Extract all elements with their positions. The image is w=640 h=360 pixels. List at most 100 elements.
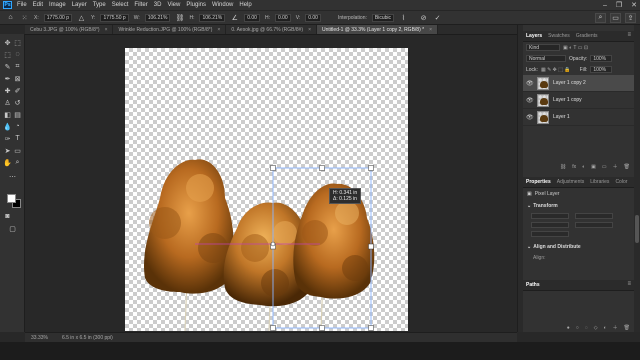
tab-adjustments[interactable]: Adjustments — [557, 179, 585, 185]
new-path-icon[interactable]: ＋ — [613, 324, 618, 331]
foreground-color-swatch[interactable] — [7, 194, 16, 203]
trash-icon[interactable]: 🗑 — [624, 325, 630, 331]
fill-field[interactable]: 100% — [590, 66, 613, 73]
document-tab[interactable]: 0. Aesok.jpg @ 66.7% (RGB/8#) × — [226, 25, 318, 34]
marquee-tool-icon[interactable]: ⬚ — [3, 50, 12, 59]
transform-handle-right[interactable] — [368, 243, 374, 250]
home-icon[interactable]: ⌂ — [6, 13, 15, 22]
menu-item[interactable]: Window — [212, 2, 233, 8]
tab-layers[interactable]: Layers — [526, 33, 542, 39]
quick-select-tool-icon[interactable]: ✎ — [3, 62, 12, 71]
history-brush-tool-icon[interactable]: ↺ — [13, 98, 22, 107]
tab-swatches[interactable]: Swatches — [548, 33, 570, 39]
restore-button[interactable]: ❐ — [616, 1, 622, 9]
close-icon[interactable]: × — [217, 27, 220, 33]
pen-tool-icon[interactable]: ✑ — [3, 134, 12, 143]
brush-tool-icon[interactable]: ✐ — [13, 86, 22, 95]
link-icon[interactable]: ⛓ — [175, 13, 185, 22]
cancel-transform-button[interactable]: ⊘ — [419, 13, 428, 22]
transform-handle-top[interactable] — [319, 165, 325, 171]
tab-properties[interactable]: Properties — [526, 179, 551, 185]
workspace-icon[interactable]: ▭ — [610, 13, 621, 23]
prop-x-field[interactable] — [575, 213, 613, 219]
menu-item[interactable]: View — [167, 2, 180, 8]
prop-angle-field[interactable] — [531, 231, 569, 237]
reference-point-icon[interactable]: ⁙ — [20, 13, 29, 22]
fx-icon[interactable]: fx — [572, 164, 576, 170]
layer-row[interactable]: 👁 Layer 1 — [523, 109, 634, 126]
document-tab[interactable]: Wrinkle Reduction.JPG @ 100% (RGB/8*) × — [113, 25, 227, 34]
blur-tool-icon[interactable]: 💧 — [3, 122, 12, 131]
zoom-level[interactable]: 33.33% — [31, 335, 48, 341]
transform-handle-top-right[interactable] — [368, 165, 374, 171]
frame-tool-icon[interactable]: ⊠ — [13, 74, 22, 83]
layer-row[interactable]: 👁 Layer 1 copy — [523, 92, 634, 109]
hand-tool-icon[interactable]: ✋ — [3, 158, 12, 167]
x-field[interactable]: 1775.00 p — [43, 13, 72, 22]
menu-item[interactable]: Type — [93, 2, 106, 8]
transform-handle-top-left[interactable] — [270, 165, 276, 171]
prop-y-field[interactable] — [575, 222, 613, 228]
eye-icon[interactable]: 👁 — [526, 97, 534, 104]
dodge-tool-icon[interactable]: ◔ — [13, 122, 22, 131]
transform-handle-bottom-right[interactable] — [368, 325, 374, 331]
group-icon[interactable]: ▭ — [602, 164, 607, 170]
crop-tool-icon[interactable]: ⌗ — [13, 62, 22, 71]
height-field[interactable]: 106.21% — [199, 13, 226, 22]
menu-item[interactable]: File — [17, 2, 27, 8]
layer-row[interactable]: 👁 Layer 1 copy 2 — [523, 75, 634, 92]
reference-point[interactable] — [270, 241, 276, 247]
document-size[interactable]: 6.5 in x 6.5 in (300 ppi) — [62, 335, 113, 341]
interpolation-select[interactable]: Bicubic — [371, 13, 395, 22]
lasso-tool-icon[interactable]: ◌ — [13, 50, 22, 59]
prop-width-field[interactable] — [531, 213, 569, 219]
warp-icon[interactable]: ⌇ — [399, 13, 408, 22]
tab-paths[interactable]: Paths — [526, 282, 540, 288]
triangle-icon[interactable]: △ — [77, 13, 86, 22]
clone-stamp-tool-icon[interactable]: ♙ — [3, 98, 12, 107]
document-tab[interactable]: Untitled-1 @ 33.3% (Layer 1 copy 2, RGB/… — [317, 25, 439, 34]
v-skew-field[interactable]: 0.00 — [305, 13, 321, 22]
lock-icons[interactable]: ▦ ✎ ✥ ⬚ 🔒 — [541, 67, 571, 73]
gradient-tool-icon[interactable]: ▤ — [13, 110, 22, 119]
adjustment-icon[interactable]: ▣ — [591, 164, 596, 170]
close-icon[interactable]: × — [308, 27, 311, 33]
eye-icon[interactable]: 👁 — [526, 114, 534, 121]
fill-path-icon[interactable]: ● — [567, 325, 570, 331]
link-layers-icon[interactable]: ⛓ — [560, 164, 566, 170]
document-canvas[interactable] — [125, 48, 408, 331]
menu-item[interactable]: Plugins — [186, 2, 206, 8]
menu-item[interactable]: Edit — [33, 2, 43, 8]
document-tab[interactable]: Cebu 3.JPG @ 100% (RGB/8*) × — [25, 25, 114, 34]
menu-item[interactable]: 3D — [154, 2, 162, 8]
quick-mask-icon[interactable]: ◙ — [3, 212, 12, 221]
eraser-tool-icon[interactable]: ◧ — [3, 110, 12, 119]
opacity-field[interactable]: 100% — [590, 55, 613, 62]
align-section-header[interactable]: ⌄ Align and Distribute — [523, 241, 634, 253]
filter-kind-select[interactable]: Kind — [526, 44, 560, 51]
transform-handle-bottom-left[interactable] — [270, 325, 276, 331]
menu-item[interactable]: Image — [49, 2, 66, 8]
tab-libraries[interactable]: Libraries — [590, 179, 609, 185]
path-selection-tool-icon[interactable]: ➤ — [3, 146, 12, 155]
menu-item[interactable]: Select — [112, 2, 129, 8]
share-icon[interactable]: ⇪ — [625, 13, 636, 23]
menu-item[interactable]: Help — [239, 2, 251, 8]
tab-gradients[interactable]: Gradients — [576, 33, 598, 39]
h-skew-field[interactable]: 0.00 — [274, 13, 291, 22]
filter-icons[interactable]: ▣ ◐ T ▭ ⊡ — [563, 45, 588, 51]
trash-icon[interactable]: 🗑 — [624, 164, 630, 170]
prop-height-field[interactable] — [531, 222, 569, 228]
close-icon[interactable]: × — [429, 27, 432, 33]
type-tool-icon[interactable]: T — [13, 134, 22, 143]
add-mask-icon[interactable]: ◐ — [604, 325, 607, 331]
artboard-tool-icon[interactable]: ⬚ — [13, 38, 22, 47]
transform-handle-bottom[interactable] — [319, 325, 325, 331]
panel-scrollbar[interactable] — [634, 25, 640, 332]
panel-menu-icon[interactable]: ≡ — [627, 32, 631, 38]
scrollbar-thumb[interactable] — [635, 215, 639, 243]
paths-menu-icon[interactable]: ≡ — [627, 281, 631, 287]
eye-icon[interactable]: 👁 — [526, 80, 534, 87]
search-icon[interactable]: ⌕ — [595, 13, 606, 23]
screen-mode-icon[interactable]: ▢ — [8, 224, 17, 233]
